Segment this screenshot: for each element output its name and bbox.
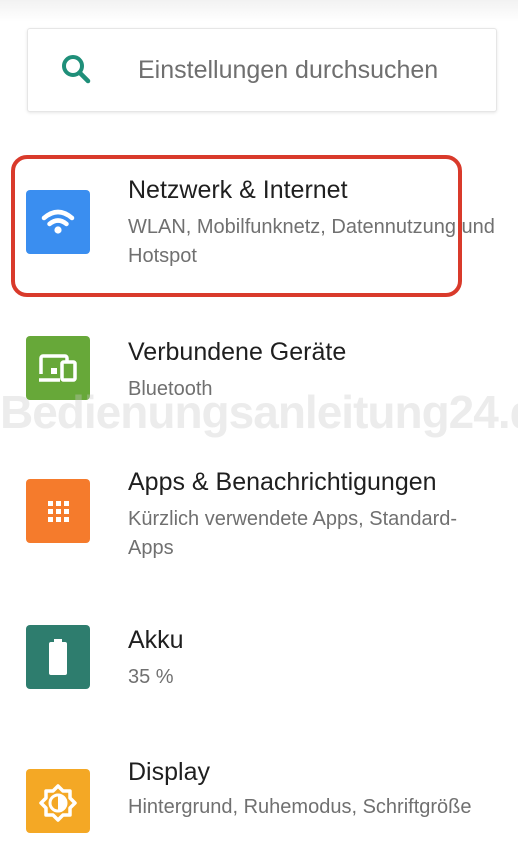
settings-item-subtitle: Kürzlich verwendete Apps, Standard-Apps bbox=[128, 508, 458, 559]
settings-item-title: Verbundene Geräte bbox=[128, 338, 347, 366]
settings-item-display[interactable]: Display Hintergrund, Ruhemodus, Schriftg… bbox=[0, 740, 518, 854]
brightness-icon bbox=[26, 769, 90, 833]
watermark: Bedienungsanleitung24.de bbox=[0, 386, 518, 438]
search-icon[interactable] bbox=[58, 51, 94, 87]
highlight-frame bbox=[11, 155, 462, 297]
settings-item-title: Akku bbox=[128, 626, 184, 654]
search-placeholder[interactable]: Einstellungen durchsuchen bbox=[138, 29, 438, 111]
settings-item-title: Apps & Benachrichtigungen bbox=[128, 468, 437, 496]
battery-icon bbox=[26, 625, 90, 689]
settings-item-subtitle: 35 % bbox=[128, 666, 174, 688]
apps-grid-icon bbox=[26, 479, 90, 543]
settings-item-title: Display bbox=[128, 758, 210, 786]
status-bar-shadow bbox=[0, 0, 518, 22]
settings-item-battery[interactable]: Akku 35 % bbox=[0, 610, 518, 710]
search-bar[interactable]: Einstellungen durchsuchen bbox=[27, 28, 497, 112]
settings-item-subtitle: Hintergrund, Ruhemodus, Schriftgröße bbox=[128, 796, 472, 818]
settings-item-apps[interactable]: Apps & Benachrichtigungen Kürzlich verwe… bbox=[0, 450, 518, 570]
